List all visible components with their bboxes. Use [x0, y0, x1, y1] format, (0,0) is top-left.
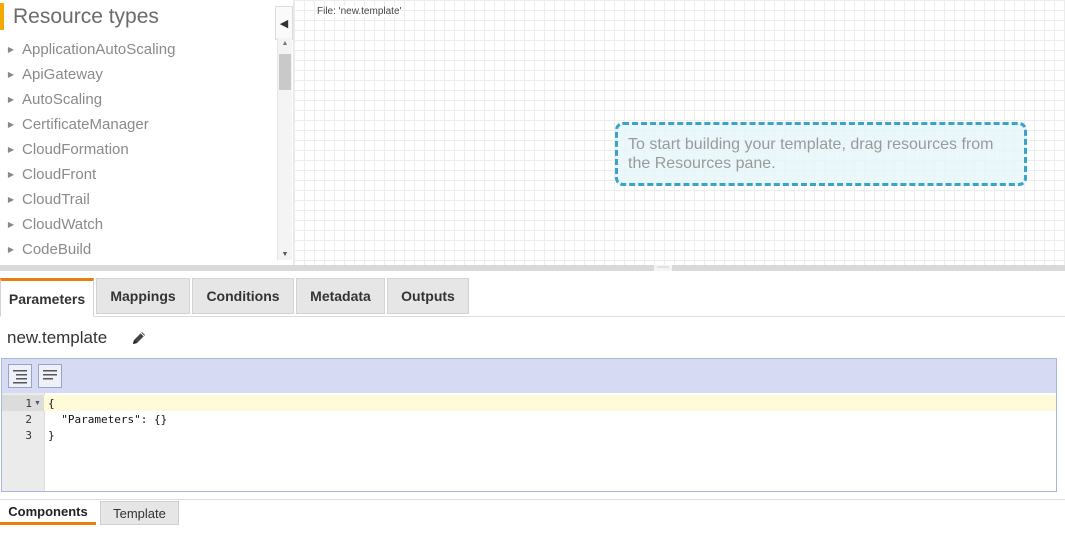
- pencil-icon[interactable]: [130, 329, 148, 347]
- resource-item[interactable]: ▶ CertificateManager: [0, 112, 276, 137]
- expand-triangle-icon[interactable]: ▶: [0, 245, 22, 254]
- bottom-tabs: Components Template: [0, 499, 1065, 530]
- expand-triangle-icon[interactable]: ▶: [0, 170, 22, 179]
- resource-item[interactable]: ▶ ApplicationAutoScaling: [0, 37, 276, 62]
- code-line[interactable]: {: [48, 397, 55, 410]
- expand-triangle-icon[interactable]: ▶: [0, 70, 22, 79]
- resource-item[interactable]: ▶ ApiGateway: [0, 62, 276, 87]
- resource-list: ▶ ApplicationAutoScaling ▶ ApiGateway ▶ Aut…: [0, 37, 276, 262]
- scroll-down-icon[interactable]: ▼: [278, 251, 292, 258]
- tab-components[interactable]: Components: [0, 501, 96, 525]
- resource-item-label: CloudWatch: [22, 216, 104, 233]
- drag-hint-text: To start building your template, drag re…: [628, 136, 994, 172]
- tab-label: Outputs: [401, 288, 455, 304]
- design-canvas[interactable]: File: 'new.template' To start building y…: [294, 0, 1065, 265]
- resource-item-label: AutoScaling: [22, 91, 103, 108]
- tab-label: Components: [8, 504, 88, 519]
- resource-item[interactable]: ▶ CloudWatch: [0, 212, 276, 237]
- resource-item-label: ApiGateway: [22, 66, 103, 83]
- resource-item[interactable]: ▶ CloudFront: [0, 162, 276, 187]
- file-label: File: 'new.template': [317, 6, 402, 17]
- tab-parameters[interactable]: Parameters: [0, 278, 94, 317]
- code-line[interactable]: "Parameters": {}: [48, 413, 167, 426]
- json-editor[interactable]: 1 ▼ 2 3 { "Parameters": {} }: [1, 358, 1057, 492]
- collapse-left-icon: ◀: [279, 17, 289, 30]
- drag-hint-box: To start building your template, drag re…: [615, 122, 1027, 186]
- tab-outputs[interactable]: Outputs: [387, 278, 469, 314]
- tab-mappings[interactable]: Mappings: [96, 278, 190, 314]
- resource-item[interactable]: ▶ AutoScaling: [0, 87, 276, 112]
- resource-item[interactable]: ▶ CloudTrail: [0, 187, 276, 212]
- resource-item-label: CodeBuild: [22, 241, 92, 258]
- expand-triangle-icon[interactable]: ▶: [0, 195, 22, 204]
- resource-item-label: ApplicationAutoScaling: [22, 41, 176, 58]
- resource-item-label: CloudFormation: [22, 141, 129, 158]
- expand-triangle-icon[interactable]: ▶: [0, 120, 22, 129]
- resource-types-panel: Resource types ◀ ▶ ApplicationAutoScaling…: [0, 0, 294, 265]
- resource-item-label: CertificateManager: [22, 116, 149, 133]
- resource-item[interactable]: ▶ CodeBuild: [0, 237, 276, 262]
- format-json-button[interactable]: [8, 364, 32, 388]
- tab-label: Conditions: [206, 288, 280, 304]
- remove-whitespace-icon: [43, 370, 57, 380]
- resource-list-scrollbar[interactable]: ▲ ▼: [277, 38, 292, 260]
- scroll-up-icon[interactable]: ▲: [278, 40, 292, 47]
- fold-arrow-icon[interactable]: ▼: [34, 400, 41, 407]
- expand-triangle-icon[interactable]: ▶: [0, 95, 22, 104]
- template-name: new.template: [7, 328, 108, 347]
- tab-label: Mappings: [110, 288, 176, 304]
- properties-tabs: Parameters Mappings Conditions Metadata …: [0, 278, 1065, 317]
- code-line[interactable]: }: [48, 429, 55, 442]
- line-number: 3: [25, 429, 32, 442]
- tab-template[interactable]: Template: [100, 501, 179, 525]
- splitter-grip-icon[interactable]: ⋯⋯: [654, 265, 672, 271]
- active-line-highlight: [44, 395, 1056, 411]
- scroll-thumb[interactable]: [279, 54, 291, 90]
- resource-item[interactable]: ▶ CloudFormation: [0, 137, 276, 162]
- tab-label: Template: [113, 505, 166, 521]
- expand-triangle-icon[interactable]: ▶: [0, 145, 22, 154]
- editor-toolbar: [2, 359, 1056, 393]
- tab-metadata[interactable]: Metadata: [296, 278, 385, 314]
- tab-label: Metadata: [310, 288, 371, 304]
- resource-item-label: CloudFront: [22, 166, 97, 183]
- format-json-icon: [13, 370, 27, 384]
- tab-conditions[interactable]: Conditions: [192, 278, 294, 314]
- resource-types-title: Resource types: [13, 5, 159, 28]
- resource-types-header: Resource types: [0, 3, 274, 30]
- resource-item-label: CloudTrail: [22, 191, 90, 208]
- tab-label: Parameters: [8, 290, 86, 307]
- expand-triangle-icon[interactable]: ▶: [0, 220, 22, 229]
- expand-triangle-icon[interactable]: ▶: [0, 45, 22, 54]
- line-number: 2: [25, 413, 32, 426]
- compact-json-button[interactable]: [38, 364, 62, 388]
- collapse-panel-button[interactable]: ◀: [275, 6, 293, 40]
- pane-splitter[interactable]: ⋯⋯: [0, 265, 1065, 271]
- line-number: 1: [25, 397, 32, 410]
